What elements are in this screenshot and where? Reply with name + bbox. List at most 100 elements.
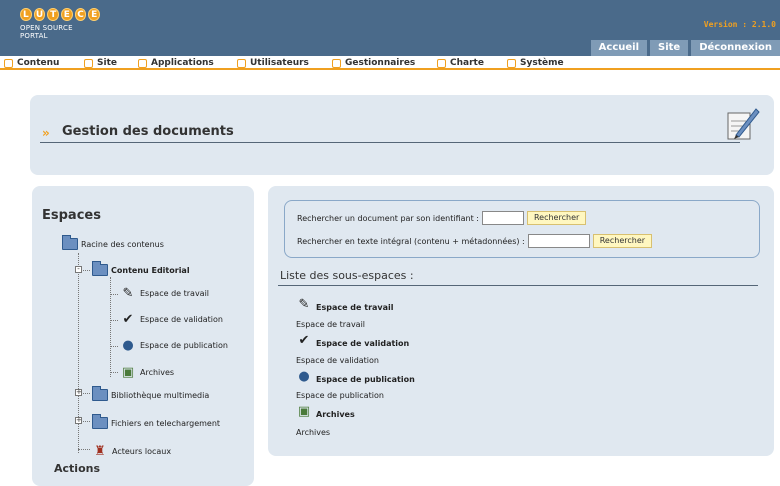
- tree-label: Acteurs locaux: [112, 446, 172, 456]
- tree-label: Espace de travail: [140, 288, 210, 298]
- menu-bullet-icon: [138, 58, 147, 68]
- nav-accueil[interactable]: Accueil: [590, 40, 648, 56]
- pencil-icon: ✎: [122, 285, 134, 301]
- search-fulltext-button[interactable]: Rechercher: [592, 234, 653, 248]
- logo-subtitle: OPEN SOURCE PORTAL: [20, 24, 73, 40]
- archive-box-icon: ▣: [297, 403, 311, 419]
- logo-letter: U: [33, 8, 46, 21]
- tree-item-root[interactable]: Racine des contenus: [62, 235, 164, 250]
- subspace-desc: Espace de validation: [296, 356, 379, 365]
- menu-charte[interactable]: Charte: [437, 57, 484, 69]
- subspace-name: Archives: [316, 410, 355, 419]
- logo-letters: L U T E C E: [20, 8, 101, 21]
- tree-label: Racine des contenus: [81, 239, 164, 249]
- fulltext-input[interactable]: [527, 234, 590, 248]
- menu-systeme[interactable]: Système: [507, 57, 564, 69]
- folder-icon: [92, 414, 108, 429]
- subspace-link-workspace[interactable]: ✎ Espace de travail: [296, 296, 394, 313]
- subspaces-title: Liste des sous-espaces :: [280, 269, 414, 282]
- tree-line: [110, 294, 118, 295]
- tree-line: [110, 346, 118, 347]
- title-divider: [40, 142, 740, 143]
- checkmark-icon: ✔: [298, 332, 310, 348]
- globe-icon: ●: [298, 368, 310, 384]
- menu-label: Applications: [151, 58, 214, 68]
- tree-item-multimedia[interactable]: Bibliothèque multimedia: [92, 386, 210, 401]
- lutece-logo[interactable]: L U T E C E OPEN SOURCE PORTAL: [20, 8, 101, 40]
- logo-letter: E: [61, 8, 73, 21]
- nav-deconnexion[interactable]: Déconnexion: [691, 40, 780, 56]
- tree-line: [110, 320, 118, 321]
- menu-label: Utilisateurs: [250, 58, 309, 68]
- page-title: Gestion des documents: [62, 124, 234, 139]
- menu-site[interactable]: Site: [84, 57, 117, 69]
- tree-label: Bibliothèque multimedia: [111, 390, 210, 400]
- tree-line: [78, 449, 90, 450]
- menu-gestionnaires[interactable]: Gestionnaires: [332, 57, 415, 69]
- search-by-id-row: Rechercher un document par son identifia…: [297, 211, 587, 225]
- checkmark-icon: ✔: [122, 311, 134, 327]
- tree-item-local[interactable]: ♜ Acteurs locaux: [92, 443, 171, 459]
- top-nav: Accueil Site Déconnexion: [590, 40, 780, 56]
- collapse-toggle[interactable]: -: [75, 266, 82, 273]
- header: L U T E C E OPEN SOURCE PORTAL Version :…: [0, 0, 780, 56]
- tree-item-archives[interactable]: ▣ Archives: [120, 364, 174, 380]
- logo-letter: T: [47, 8, 60, 21]
- subspace-link-publication[interactable]: ● Espace de publication: [296, 368, 415, 385]
- search-by-id-label: Rechercher un document par son identifia…: [297, 213, 479, 223]
- menu-contenu[interactable]: Contenu: [4, 57, 59, 69]
- menu-utilisateurs[interactable]: Utilisateurs: [237, 57, 309, 69]
- nav-site[interactable]: Site: [650, 40, 689, 56]
- folder-icon: [92, 261, 108, 276]
- menu-bullet-icon: [237, 58, 246, 68]
- menu-label: Charte: [450, 58, 484, 68]
- title-panel: » Gestion des documents: [30, 95, 774, 175]
- tree-item-workspace[interactable]: ✎ Espace de travail: [120, 285, 209, 301]
- tree-item-editorial[interactable]: Contenu Editorial: [92, 261, 190, 276]
- menu-label: Système: [520, 58, 564, 68]
- logo-letter: E: [88, 8, 101, 21]
- tree-item-publication[interactable]: ● Espace de publication: [120, 337, 228, 353]
- spaces-title: Espaces: [42, 208, 101, 223]
- main-menu: Contenu Site Applications Utilisateurs G…: [0, 56, 780, 70]
- spaces-panel: Espaces - + + Racine des contenus Conten…: [32, 186, 254, 486]
- menu-applications[interactable]: Applications: [138, 57, 214, 69]
- menu-bullet-icon: [84, 58, 93, 68]
- subspace-link-validation[interactable]: ✔ Espace de validation: [296, 332, 410, 349]
- search-fulltext-label: Rechercher en texte intégral (contenu + …: [297, 236, 525, 246]
- folder-icon: [92, 386, 108, 401]
- subspace-desc: Espace de travail: [296, 320, 366, 329]
- quill-document-icon: [727, 108, 760, 140]
- tree-item-validation[interactable]: ✔ Espace de validation: [120, 311, 223, 327]
- search-by-id-button[interactable]: Rechercher: [526, 211, 587, 225]
- expand-toggle[interactable]: +: [75, 389, 82, 396]
- document-id-input[interactable]: [481, 211, 524, 225]
- subspace-desc: Archives: [296, 428, 331, 437]
- menu-bullet-icon: [4, 58, 13, 68]
- menu-bullet-icon: [332, 58, 341, 68]
- archive-box-icon: ▣: [121, 364, 135, 380]
- folder-icon: [62, 235, 78, 250]
- subspace-link-archives[interactable]: ▣ Archives: [296, 403, 355, 420]
- tree-item-downloads[interactable]: Fichiers en telechargement: [92, 414, 221, 429]
- expand-toggle[interactable]: +: [75, 417, 82, 424]
- menu-bullet-icon: [507, 58, 516, 68]
- double-arrow-icon: »: [42, 126, 50, 140]
- tree-label: Archives: [140, 367, 175, 377]
- subspace-desc: Espace de publication: [296, 391, 384, 400]
- logo-letter: C: [74, 8, 87, 21]
- menu-label: Site: [97, 58, 117, 68]
- menu-label: Contenu: [17, 58, 60, 68]
- menu-bullet-icon: [437, 58, 446, 68]
- tree-label: Espace de publication: [140, 340, 228, 350]
- subspace-name: Espace de validation: [316, 339, 410, 348]
- tree-label: Contenu Editorial: [111, 265, 190, 275]
- logo-letter: L: [20, 8, 32, 21]
- tree-label: Fichiers en telechargement: [111, 418, 221, 428]
- tree-line: [110, 277, 111, 377]
- search-fulltext-row: Rechercher en texte intégral (contenu + …: [297, 234, 653, 248]
- subspace-name: Espace de publication: [316, 375, 415, 384]
- subspaces-divider: [278, 285, 758, 286]
- tree-line: [110, 372, 118, 373]
- version-label: Version : 2.1.0: [703, 20, 776, 29]
